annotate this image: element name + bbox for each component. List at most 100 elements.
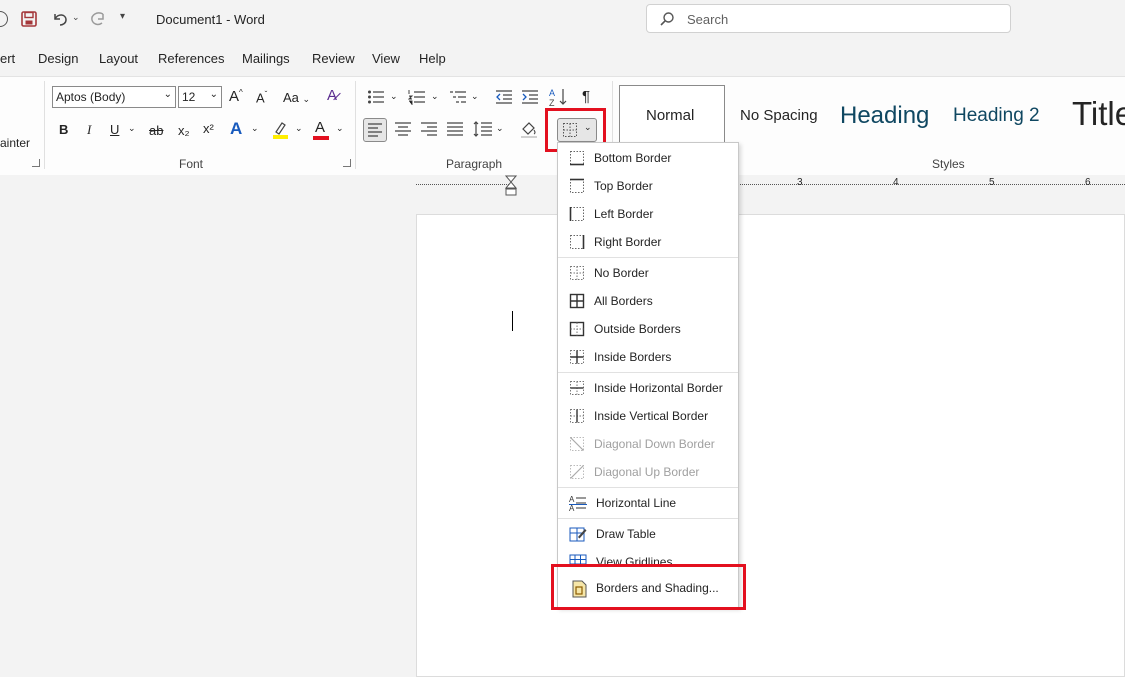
font-color-dropdown-icon[interactable]: ⌄ (336, 123, 344, 134)
text-cursor (512, 311, 513, 331)
menu-item-label: Bottom Border (594, 151, 672, 165)
change-case-label: Aa (283, 90, 299, 105)
menu-item-right-border[interactable]: Right Border (558, 229, 738, 255)
superscript-button[interactable]: x² (203, 121, 214, 136)
menu-item-diagonal-up-border: Diagonal Up Border (558, 459, 738, 485)
ruler-mark-4: 4 (893, 177, 899, 188)
menu-item-diagonal-down-border: Diagonal Down Border (558, 431, 738, 457)
italic-button[interactable]: I (87, 122, 91, 138)
redo-icon[interactable] (88, 10, 108, 28)
svg-text:A: A (569, 495, 575, 504)
style-title[interactable]: Title (1061, 85, 1125, 143)
format-painter-label[interactable]: ainter (0, 136, 30, 150)
style-no-spacing[interactable]: No Spacing (731, 85, 829, 143)
highlight-dropdown-icon[interactable]: ⌄ (295, 123, 303, 134)
menu-item-no-border[interactable]: No Border (558, 260, 738, 286)
ribbon-tabs: ert Design Layout References Mailings Re… (0, 40, 1125, 76)
line-spacing-dropdown-icon[interactable]: ⌄ (496, 123, 504, 134)
menu-item-label: Inside Vertical Border (594, 409, 709, 423)
menu-item-bottom-border[interactable]: Bottom Border (558, 145, 738, 171)
subscript-button[interactable]: x₂ (178, 123, 190, 138)
tab-insert[interactable]: ert (0, 51, 15, 66)
font-name-combo[interactable]: Aptos (Body) ⌄ (52, 86, 176, 108)
menu-item-left-border[interactable]: Left Border (558, 201, 738, 227)
tab-mailings[interactable]: Mailings (242, 51, 290, 66)
clipboard-launcher-icon[interactable] (32, 159, 40, 167)
save-icon[interactable] (20, 10, 38, 28)
indent-marker-icon[interactable] (505, 175, 517, 197)
grow-font-icon[interactable]: A^ (229, 88, 243, 105)
title-bar: ⌄ ▾ Document1 - Word Search (0, 0, 1125, 40)
menu-item-inside-vertical-border[interactable]: Inside Vertical Border (558, 403, 738, 429)
change-case-button[interactable]: Aa ⌄ (283, 90, 310, 105)
tab-help[interactable]: Help (419, 51, 446, 66)
search-box[interactable]: Search (646, 4, 1011, 33)
clear-formatting-icon[interactable]: A̷ (327, 87, 337, 104)
sort-icon[interactable]: AZ (549, 87, 569, 107)
borders-menu: Bottom Border Top Border Left Border Rig… (557, 142, 739, 608)
menu-item-top-border[interactable]: Top Border (558, 173, 738, 199)
justify-icon[interactable] (444, 118, 466, 140)
bullets-dropdown-icon[interactable]: ⌄ (390, 91, 398, 102)
highlight-icon[interactable] (271, 120, 289, 140)
menu-item-label: Diagonal Up Border (594, 465, 700, 479)
style-normal[interactable]: Normal (619, 85, 725, 143)
bullets-icon[interactable] (367, 89, 385, 105)
shading-icon[interactable] (519, 119, 539, 139)
multilevel-dropdown-icon[interactable]: ⌄ (471, 91, 479, 102)
underline-dropdown-icon[interactable]: ⌄ (128, 123, 136, 134)
menu-item-inside-horizontal-border[interactable]: Inside Horizontal Border (558, 375, 738, 401)
tab-layout[interactable]: Layout (99, 51, 138, 66)
numbering-dropdown-icon[interactable]: ⌄ (431, 91, 439, 102)
strikethrough-button[interactable]: ab (149, 123, 163, 138)
tab-references[interactable]: References (158, 51, 224, 66)
separator (44, 81, 45, 169)
menu-item-all-borders[interactable]: All Borders (558, 288, 738, 314)
bottom-border-icon (569, 150, 585, 166)
line-spacing-icon[interactable] (473, 119, 493, 139)
tab-review[interactable]: Review (312, 51, 355, 66)
numbering-icon[interactable] (408, 89, 426, 105)
font-name-value: Aptos (Body) (56, 90, 126, 104)
horizontal-line-icon: AA (569, 495, 587, 511)
multilevel-list-icon[interactable] (449, 89, 467, 105)
menu-item-inside-borders[interactable]: Inside Borders (558, 344, 738, 370)
underline-button[interactable]: U (110, 122, 119, 137)
shrink-font-icon[interactable]: Aˇ (256, 90, 267, 105)
customize-qat-icon[interactable]: ▾ (120, 11, 125, 22)
undo-icon[interactable] (51, 10, 71, 28)
menu-item-view-gridlines[interactable]: View Gridlines (558, 549, 738, 565)
bold-button[interactable]: B (59, 122, 68, 137)
menu-item-label: No Border (594, 266, 649, 280)
font-size-combo[interactable]: 12 ⌄ (178, 86, 222, 108)
search-icon (659, 11, 675, 27)
autosave-icon[interactable] (0, 11, 8, 27)
tab-design[interactable]: Design (38, 51, 78, 66)
decrease-indent-icon[interactable] (495, 89, 513, 105)
inside-borders-icon (569, 349, 585, 365)
menu-item-label: Top Border (594, 179, 653, 193)
menu-item-outside-borders[interactable]: Outside Borders (558, 316, 738, 342)
align-right-icon[interactable] (418, 118, 440, 140)
draw-table-icon (569, 526, 587, 542)
text-effects-dropdown-icon[interactable]: ⌄ (251, 123, 259, 134)
menu-item-label: Left Border (594, 207, 654, 221)
align-center-icon[interactable] (392, 118, 414, 140)
style-heading-label: Heading (840, 102, 930, 129)
menu-separator (558, 487, 738, 488)
style-heading-2[interactable]: Heading 2 (944, 85, 1054, 143)
menu-item-label: Inside Horizontal Border (594, 381, 723, 395)
align-left-button[interactable] (363, 118, 387, 142)
menu-item-draw-table[interactable]: Draw Table (558, 521, 738, 547)
document-page[interactable] (416, 214, 1125, 677)
undo-dropdown-icon[interactable]: ⌄ (72, 12, 80, 23)
tab-view[interactable]: View (372, 51, 400, 66)
no-border-icon (569, 265, 585, 281)
style-heading[interactable]: Heading (833, 85, 937, 143)
chevron-down-icon: ⌄ (163, 89, 172, 100)
menu-item-horizontal-line[interactable]: AA Horizontal Line (558, 490, 738, 516)
show-formatting-button[interactable]: ¶ (582, 88, 590, 105)
text-effects-icon[interactable]: A (230, 119, 242, 139)
increase-indent-icon[interactable] (521, 89, 539, 105)
font-launcher-icon[interactable] (343, 159, 351, 167)
